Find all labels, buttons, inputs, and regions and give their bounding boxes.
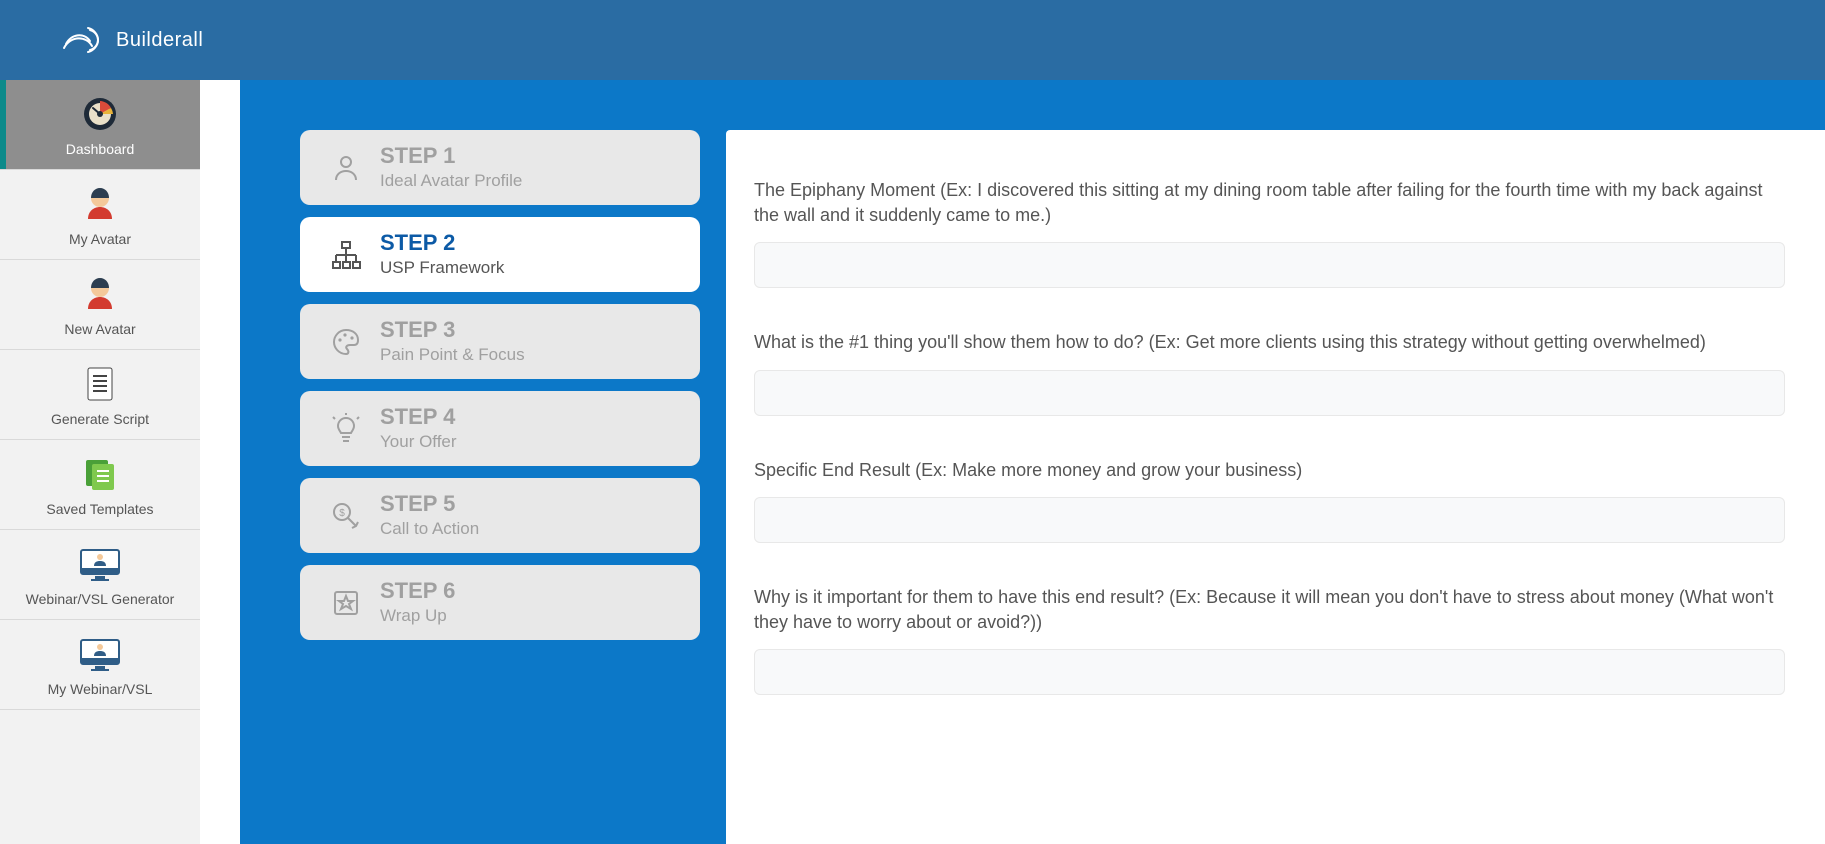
step-title: STEP 2 xyxy=(380,231,504,255)
step-1[interactable]: STEP 1 Ideal Avatar Profile xyxy=(300,130,700,205)
monitor-icon xyxy=(77,633,123,675)
gauge-icon xyxy=(80,93,120,135)
field-number-one: What is the #1 thing you'll show them ho… xyxy=(754,330,1785,415)
number-one-input[interactable] xyxy=(754,370,1785,416)
sidebar-item-label: My Webinar/VSL xyxy=(48,681,153,697)
field-label: The Epiphany Moment (Ex: I discovered th… xyxy=(754,178,1785,228)
sidebar-item-label: Generate Script xyxy=(51,411,149,427)
avatar-icon xyxy=(81,273,119,315)
sidebar-item-label: Saved Templates xyxy=(46,501,153,517)
field-label: Specific End Result (Ex: Make more money… xyxy=(754,458,1785,483)
step-subtitle: Your Offer xyxy=(380,432,457,452)
avatar-icon xyxy=(81,183,119,225)
content-panel: STEP 1 Ideal Avatar Profile xyxy=(240,80,1825,844)
sidebar-item-new-avatar[interactable]: New Avatar xyxy=(0,260,200,350)
field-epiphany: The Epiphany Moment (Ex: I discovered th… xyxy=(754,178,1785,288)
step-subtitle: Call to Action xyxy=(380,519,479,539)
step-3[interactable]: STEP 3 Pain Point & Focus xyxy=(300,304,700,379)
brand-logo-icon xyxy=(60,22,104,58)
step-title: STEP 3 xyxy=(380,318,525,342)
lightbulb-icon xyxy=(322,413,370,445)
topbar: Builderall xyxy=(0,0,1825,80)
step-4[interactable]: STEP 4 Your Offer xyxy=(300,391,700,466)
sidebar-item-saved-templates[interactable]: Saved Templates xyxy=(0,440,200,530)
sidebar-item-my-webinar[interactable]: My Webinar/VSL xyxy=(0,620,200,710)
stack-icon xyxy=(80,453,120,495)
gutter xyxy=(200,80,240,844)
step-subtitle: Ideal Avatar Profile xyxy=(380,171,522,191)
epiphany-input[interactable] xyxy=(754,242,1785,288)
palette-icon xyxy=(322,326,370,358)
field-end-result: Specific End Result (Ex: Make more money… xyxy=(754,458,1785,543)
step-subtitle: Pain Point & Focus xyxy=(380,345,525,365)
sidebar-item-generate-script[interactable]: Generate Script xyxy=(0,350,200,440)
brand-logo-text: Builderall xyxy=(116,29,203,52)
step-title: STEP 6 xyxy=(380,579,455,603)
person-icon xyxy=(322,152,370,184)
sidebar-item-label: New Avatar xyxy=(64,321,135,337)
field-importance: Why is it important for them to have thi… xyxy=(754,585,1785,695)
sidebar: Dashboard My Avatar New Avatar xyxy=(0,80,200,844)
monitor-icon xyxy=(77,543,123,585)
wizard-stepper: STEP 1 Ideal Avatar Profile xyxy=(300,130,700,844)
sidebar-item-webinar-generator[interactable]: Webinar/VSL Generator xyxy=(0,530,200,620)
importance-input[interactable] xyxy=(754,649,1785,695)
step-2[interactable]: STEP 2 USP Framework xyxy=(300,217,700,292)
step-subtitle: Wrap Up xyxy=(380,606,455,626)
sitemap-icon xyxy=(322,239,370,271)
sidebar-item-dashboard[interactable]: Dashboard xyxy=(0,80,200,170)
form-panel: The Epiphany Moment (Ex: I discovered th… xyxy=(726,130,1825,844)
main: STEP 1 Ideal Avatar Profile xyxy=(200,80,1825,844)
step-title: STEP 1 xyxy=(380,144,522,168)
field-label: What is the #1 thing you'll show them ho… xyxy=(754,330,1785,355)
field-label: Why is it important for them to have thi… xyxy=(754,585,1785,635)
document-icon xyxy=(82,363,118,405)
step-subtitle: USP Framework xyxy=(380,258,504,278)
brand-logo[interactable]: Builderall xyxy=(60,22,203,58)
end-result-input[interactable] xyxy=(754,497,1785,543)
step-6[interactable]: STEP 6 Wrap Up xyxy=(300,565,700,640)
step-5[interactable]: $ STEP 5 Call to Action xyxy=(300,478,700,553)
step-title: STEP 5 xyxy=(380,492,479,516)
step-title: STEP 4 xyxy=(380,405,457,429)
sidebar-item-my-avatar[interactable]: My Avatar xyxy=(0,170,200,260)
sidebar-item-label: Webinar/VSL Generator xyxy=(26,591,175,607)
star-box-icon xyxy=(322,587,370,619)
svg-text:$: $ xyxy=(339,508,345,519)
money-icon: $ xyxy=(322,500,370,532)
sidebar-item-label: Dashboard xyxy=(66,141,135,157)
sidebar-item-label: My Avatar xyxy=(69,231,131,247)
